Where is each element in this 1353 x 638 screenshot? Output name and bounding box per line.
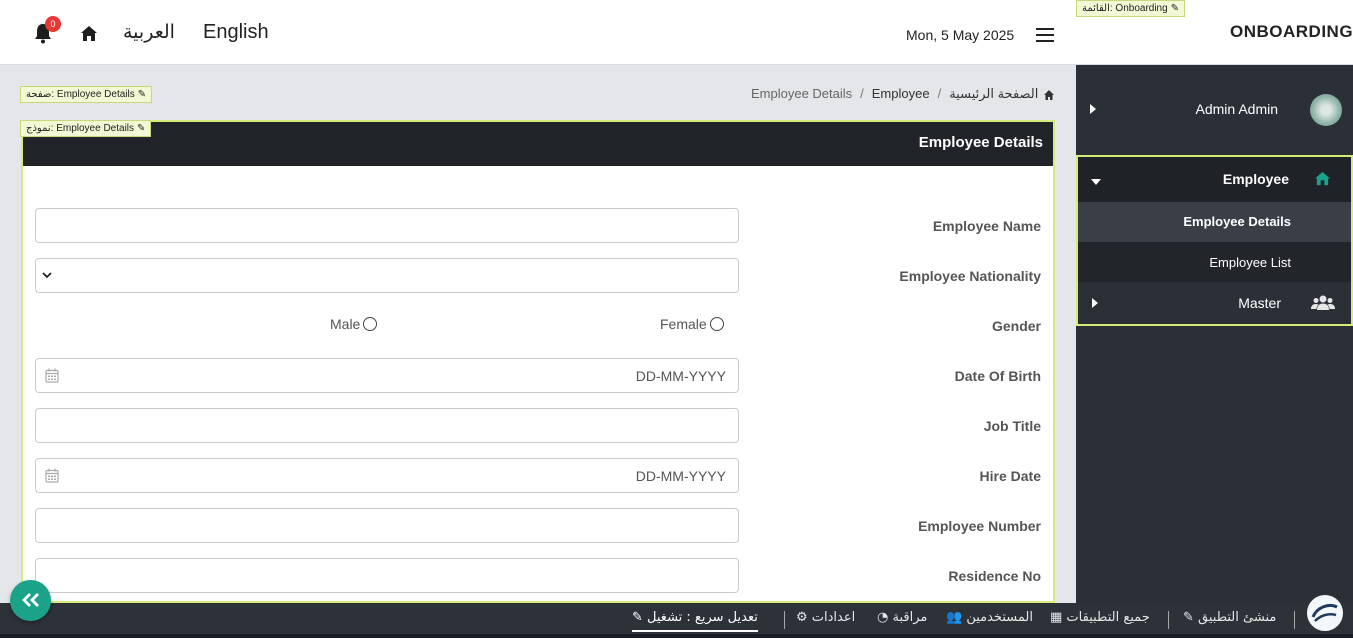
- employee-number-label: Employee Number: [918, 518, 1041, 534]
- gender-female-option[interactable]: Female: [660, 316, 724, 332]
- gender-label: Gender: [991, 318, 1041, 334]
- residence-no-label: Residence No: [948, 568, 1041, 584]
- residence-no-input[interactable]: [35, 558, 739, 593]
- collapse-panel-button[interactable]: [10, 580, 51, 621]
- page-tag-label: صفحة: Employee Details: [26, 89, 135, 100]
- gears-icon: ⚙: [796, 610, 812, 625]
- sidebar-item-employee-details[interactable]: Employee Details: [1078, 202, 1351, 242]
- breadcrumb: Employee Details / Employee / الصفحة الرئيسي…: [751, 86, 1054, 102]
- gender-male-option[interactable]: Male: [330, 316, 378, 332]
- language-arabic-link[interactable]: العربية: [123, 21, 175, 43]
- sidebar-item-label: Employee List: [1209, 255, 1291, 270]
- date-of-birth-input[interactable]: DD-MM-YYYY: [35, 358, 739, 393]
- employee-details-form: Employee Details Employee Name Employee …: [21, 120, 1055, 603]
- date-of-birth-placeholder: DD-MM-YYYY: [635, 368, 726, 384]
- breadcrumb-section[interactable]: Employee: [872, 86, 930, 101]
- hamburger-menu-icon[interactable]: [1036, 28, 1054, 42]
- date-of-birth-label: Date Of Birth: [954, 368, 1041, 384]
- employee-name-label: Employee Name: [932, 218, 1041, 234]
- breadcrumb-home-link[interactable]: الصفحة الرئيسية: [949, 86, 1038, 101]
- bottom-toolbar: ✎ منشئ التطبيق ▦ جميع التطبيقات 👥 المستخ…: [0, 603, 1353, 638]
- app-builder-button[interactable]: ✎ منشئ التطبيق: [1183, 610, 1276, 625]
- gender-female-label: Female: [660, 316, 707, 332]
- monitor-label: مراقبة: [892, 610, 928, 625]
- divider: [1294, 611, 1295, 629]
- caret-right-icon: [1092, 298, 1098, 308]
- chevron-down-icon: [42, 272, 52, 279]
- employee-nationality-label: Employee Nationality: [899, 268, 1041, 284]
- hire-date-label: Hire Date: [979, 468, 1041, 484]
- caret-right-icon: [1090, 104, 1096, 114]
- gender-male-label: Male: [330, 316, 361, 332]
- sidebar-item-employee[interactable]: Employee: [1078, 157, 1351, 202]
- form-title: Employee Details: [918, 134, 1043, 151]
- quick-edit-toggle[interactable]: ✎ تعديل سريع : تشغيل: [632, 610, 758, 632]
- caret-down-icon: [1091, 179, 1101, 185]
- job-title-label: Job Title: [983, 418, 1041, 434]
- users-icon: 👥: [946, 610, 967, 625]
- users-icon: [1311, 295, 1335, 310]
- sidebar-user-row[interactable]: Admin Admin: [1076, 65, 1353, 155]
- sidebar-item-master[interactable]: Master: [1078, 282, 1351, 324]
- pencil-icon: ✎: [137, 89, 147, 100]
- sidebar-item-label: Employee: [1222, 171, 1289, 187]
- sidebar: Admin Admin Employee Employee Details Em…: [1076, 65, 1353, 603]
- menu-tag-label: القائمة: Onboarding: [1082, 3, 1168, 14]
- language-english-link[interactable]: English: [203, 21, 269, 44]
- employee-number-input[interactable]: [35, 508, 739, 543]
- all-apps-button[interactable]: ▦ جميع التطبيقات: [1050, 610, 1150, 625]
- bottom-strip: [0, 634, 1353, 638]
- logo-icon: [1311, 603, 1338, 622]
- double-chevron-left-icon: [22, 593, 39, 607]
- home-icon[interactable]: [80, 25, 98, 42]
- form-header: Employee Details: [23, 122, 1053, 166]
- quick-edit-label: تعديل سريع : تشغيل: [647, 610, 758, 625]
- sidebar-item-label: Master: [1238, 295, 1281, 311]
- platform-logo[interactable]: [1305, 593, 1345, 633]
- home-icon: [1044, 89, 1054, 100]
- page-edit-tag[interactable]: صفحة: Employee Details ✎: [20, 86, 153, 103]
- hire-date-input[interactable]: DD-MM-YYYY: [35, 458, 739, 493]
- employee-nationality-select[interactable]: [35, 258, 739, 293]
- sidebar-menu: Employee Employee Details Employee List …: [1076, 155, 1353, 326]
- notification-badge: 0: [45, 16, 61, 32]
- settings-button[interactable]: ⚙ اعدادات: [796, 610, 855, 625]
- hire-date-placeholder: DD-MM-YYYY: [635, 468, 726, 484]
- employee-name-input[interactable]: [35, 208, 739, 243]
- form-edit-tag[interactable]: نموذج: Employee Details ✎: [20, 120, 152, 137]
- gender-male-radio[interactable]: [363, 317, 378, 331]
- avatar: [1310, 94, 1342, 126]
- gender-female-radio[interactable]: [709, 317, 724, 331]
- current-date: Mon, 5 May 2025: [906, 27, 1015, 43]
- sidebar-item-employee-list[interactable]: Employee List: [1078, 242, 1351, 282]
- calendar-icon[interactable]: [45, 468, 59, 483]
- app-builder-label: منشئ التطبيق: [1198, 610, 1277, 625]
- edit-icon: ✎: [1183, 610, 1199, 625]
- home-icon: [1315, 171, 1330, 186]
- user-name: Admin Admin: [1195, 101, 1278, 117]
- monitor-button[interactable]: ◔ مراقبة: [877, 610, 927, 625]
- brush-icon: ✎: [632, 610, 648, 625]
- divider: [1168, 611, 1169, 629]
- settings-label: اعدادات: [811, 610, 856, 625]
- menu-edit-tag[interactable]: القائمة: Onboarding ✎: [1076, 0, 1186, 17]
- users-label: المستخدمين: [966, 610, 1033, 625]
- sidebar-item-label: Employee Details: [1183, 214, 1291, 229]
- app-brand: ONBOARDING: [1230, 22, 1353, 41]
- job-title-input[interactable]: [35, 408, 739, 443]
- all-apps-label: جميع التطبيقات: [1066, 610, 1150, 625]
- pencil-icon: ✎: [137, 123, 146, 134]
- users-button[interactable]: 👥 المستخدمين: [946, 610, 1033, 625]
- divider: [784, 611, 785, 629]
- dashboard-icon: ◔: [877, 610, 893, 625]
- grid-icon: ▦: [1050, 610, 1067, 625]
- form-tag-label: نموذج: Employee Details: [26, 123, 135, 134]
- breadcrumb-current: Employee Details: [750, 86, 853, 101]
- calendar-icon[interactable]: [45, 368, 59, 383]
- pencil-icon: ✎: [1170, 3, 1180, 14]
